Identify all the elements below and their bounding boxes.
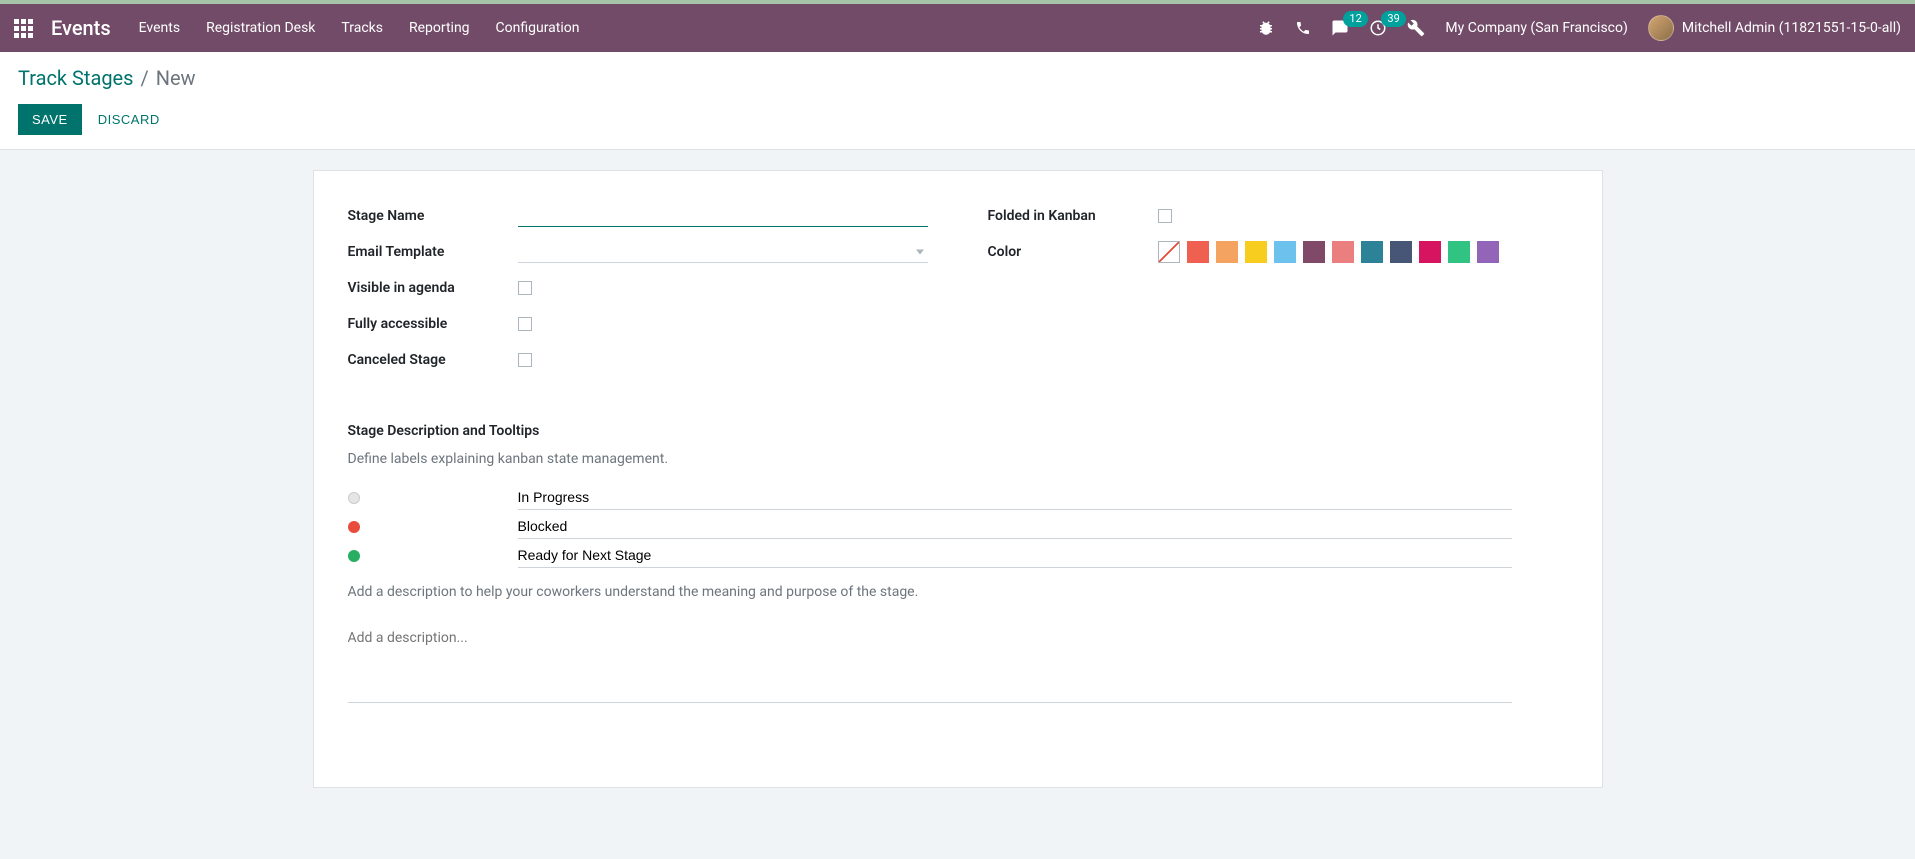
avatar (1648, 15, 1674, 41)
color-swatch-7[interactable] (1390, 241, 1412, 263)
email-template-select[interactable] (518, 241, 928, 263)
color-swatch-8[interactable] (1419, 241, 1441, 263)
state-row (348, 514, 1568, 539)
company-selector[interactable]: My Company (San Francisco) (1445, 20, 1627, 36)
breadcrumb: Track Stages / New (18, 66, 1897, 90)
messages-icon[interactable]: 12 (1331, 19, 1349, 37)
color-swatch-0[interactable] (1187, 241, 1209, 263)
state-label-input[interactable] (518, 514, 1512, 539)
tools-icon[interactable] (1407, 19, 1425, 37)
messages-badge: 12 (1343, 11, 1367, 27)
state-dot-grey (348, 492, 360, 504)
color-swatch-none[interactable] (1158, 241, 1180, 263)
color-swatch-4[interactable] (1303, 241, 1325, 263)
help-text-description: Add a description to help your coworkers… (348, 584, 1568, 600)
menu-configuration[interactable]: Configuration (496, 20, 580, 36)
help-text-states: Define labels explaining kanban state ma… (348, 451, 1568, 467)
state-dot-green (348, 550, 360, 562)
section-title-tooltips: Stage Description and Tooltips (348, 423, 1568, 439)
state-label-input[interactable] (518, 543, 1512, 568)
label-stage-name: Stage Name (348, 208, 518, 224)
user-menu[interactable]: Mitchell Admin (11821551-15-0-all) (1648, 15, 1901, 41)
label-canceled-stage: Canceled Stage (348, 352, 518, 368)
label-folded-in-kanban: Folded in Kanban (988, 208, 1158, 224)
state-label-input[interactable] (518, 485, 1512, 510)
menu-reporting[interactable]: Reporting (409, 20, 470, 36)
control-panel: Track Stages / New SAVE DISCARD (0, 52, 1915, 150)
fully-accessible-checkbox[interactable] (518, 317, 532, 331)
menu-events[interactable]: Events (139, 20, 180, 36)
state-row (348, 485, 1568, 510)
breadcrumb-parent[interactable]: Track Stages (18, 66, 134, 90)
folded-in-kanban-checkbox[interactable] (1158, 209, 1172, 223)
state-row (348, 543, 1568, 568)
color-swatch-10[interactable] (1477, 241, 1499, 263)
label-email-template: Email Template (348, 244, 518, 260)
label-color: Color (988, 244, 1158, 260)
label-fully-accessible: Fully accessible (348, 316, 518, 332)
breadcrumb-current: New (156, 66, 196, 90)
menu-tracks[interactable]: Tracks (341, 20, 383, 36)
activities-badge: 39 (1381, 11, 1405, 27)
user-name: Mitchell Admin (11821551-15-0-all) (1682, 20, 1901, 36)
color-swatch-9[interactable] (1448, 241, 1470, 263)
bug-icon[interactable] (1257, 19, 1275, 37)
canceled-stage-checkbox[interactable] (518, 353, 532, 367)
stage-name-input[interactable] (518, 206, 928, 227)
state-dot-red (348, 521, 360, 533)
color-swatch-3[interactable] (1274, 241, 1296, 263)
app-name[interactable]: Events (51, 16, 111, 40)
color-picker (1158, 241, 1499, 263)
color-swatch-6[interactable] (1361, 241, 1383, 263)
discard-button[interactable]: DISCARD (84, 104, 174, 135)
topbar: Events Events Registration Desk Tracks R… (0, 4, 1915, 52)
color-swatch-1[interactable] (1216, 241, 1238, 263)
phone-icon[interactable] (1295, 20, 1311, 36)
visible-in-agenda-checkbox[interactable] (518, 281, 532, 295)
color-swatch-5[interactable] (1332, 241, 1354, 263)
color-swatch-2[interactable] (1245, 241, 1267, 263)
menu-registration-desk[interactable]: Registration Desk (206, 20, 315, 36)
save-button[interactable]: SAVE (18, 104, 82, 135)
activities-icon[interactable]: 39 (1369, 19, 1387, 37)
label-visible-in-agenda: Visible in agenda (348, 280, 518, 296)
description-input[interactable] (348, 626, 1512, 703)
form-sheet: Stage Name Email Template Visible in age… (313, 170, 1603, 788)
apps-icon[interactable] (14, 19, 33, 38)
